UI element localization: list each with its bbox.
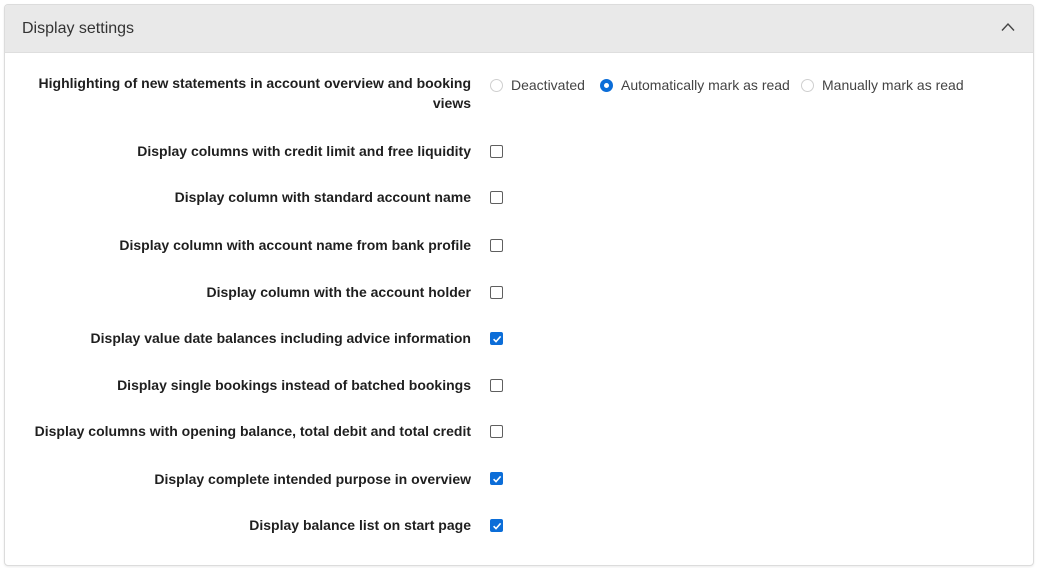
setting-label: Display value date balances including ad… xyxy=(90,330,471,346)
setting-label: Display single bookings instead of batch… xyxy=(117,377,471,393)
panel-header[interactable]: Display settings xyxy=(5,5,1033,53)
radio-button-manually-mark-as-read[interactable] xyxy=(801,78,814,92)
radio-button-automatically-mark-as-read[interactable] xyxy=(600,78,613,92)
radio-label-deactivated: Deactivated xyxy=(511,77,585,93)
chevron-up-icon[interactable] xyxy=(1001,22,1015,32)
radio-option-manually-mark-as-read[interactable]: Manually mark as read xyxy=(801,75,964,95)
checkbox-bank-profile-name[interactable] xyxy=(490,239,503,252)
checkbox-value-date-balances[interactable] xyxy=(490,332,503,345)
display-settings-panel: Display settings Highlighting of new sta… xyxy=(4,4,1034,566)
setting-label: Display column with standard account nam… xyxy=(174,189,471,205)
checkbox-standard-account-name[interactable] xyxy=(490,191,503,204)
checkmark-icon xyxy=(492,475,501,483)
radio-button-deactivated[interactable] xyxy=(490,78,503,92)
setting-label: Display columns with credit limit and fr… xyxy=(137,143,471,159)
radio-label-manually-mark-as-read: Manually mark as read xyxy=(822,77,964,93)
checkbox-intended-purpose[interactable] xyxy=(490,472,503,485)
checkmark-icon xyxy=(492,522,501,530)
checkbox-opening-balance[interactable] xyxy=(490,425,503,438)
setting-label: Display balance list on start page xyxy=(249,517,471,533)
panel-title: Display settings xyxy=(22,19,135,37)
radio-label-automatically-mark-as-read: Automatically mark as read xyxy=(621,77,790,93)
setting-label: Display complete intended purpose in ove… xyxy=(154,471,471,487)
checkbox-credit-limit[interactable] xyxy=(490,145,503,158)
radio-option-deactivated[interactable]: Deactivated xyxy=(490,75,585,95)
radio-option-automatically-mark-as-read[interactable]: Automatically mark as read xyxy=(600,75,790,95)
highlighting-label: Highlighting of new statements in accoun… xyxy=(38,75,471,111)
checkmark-icon xyxy=(492,335,501,343)
setting-label: Display column with account name from ba… xyxy=(119,237,471,253)
checkbox-single-bookings[interactable] xyxy=(490,379,503,392)
setting-label: Display column with the account holder xyxy=(206,284,471,300)
checkbox-account-holder[interactable] xyxy=(490,286,503,299)
checkbox-balance-list[interactable] xyxy=(490,519,503,532)
setting-label: Display columns with opening balance, to… xyxy=(34,423,471,439)
